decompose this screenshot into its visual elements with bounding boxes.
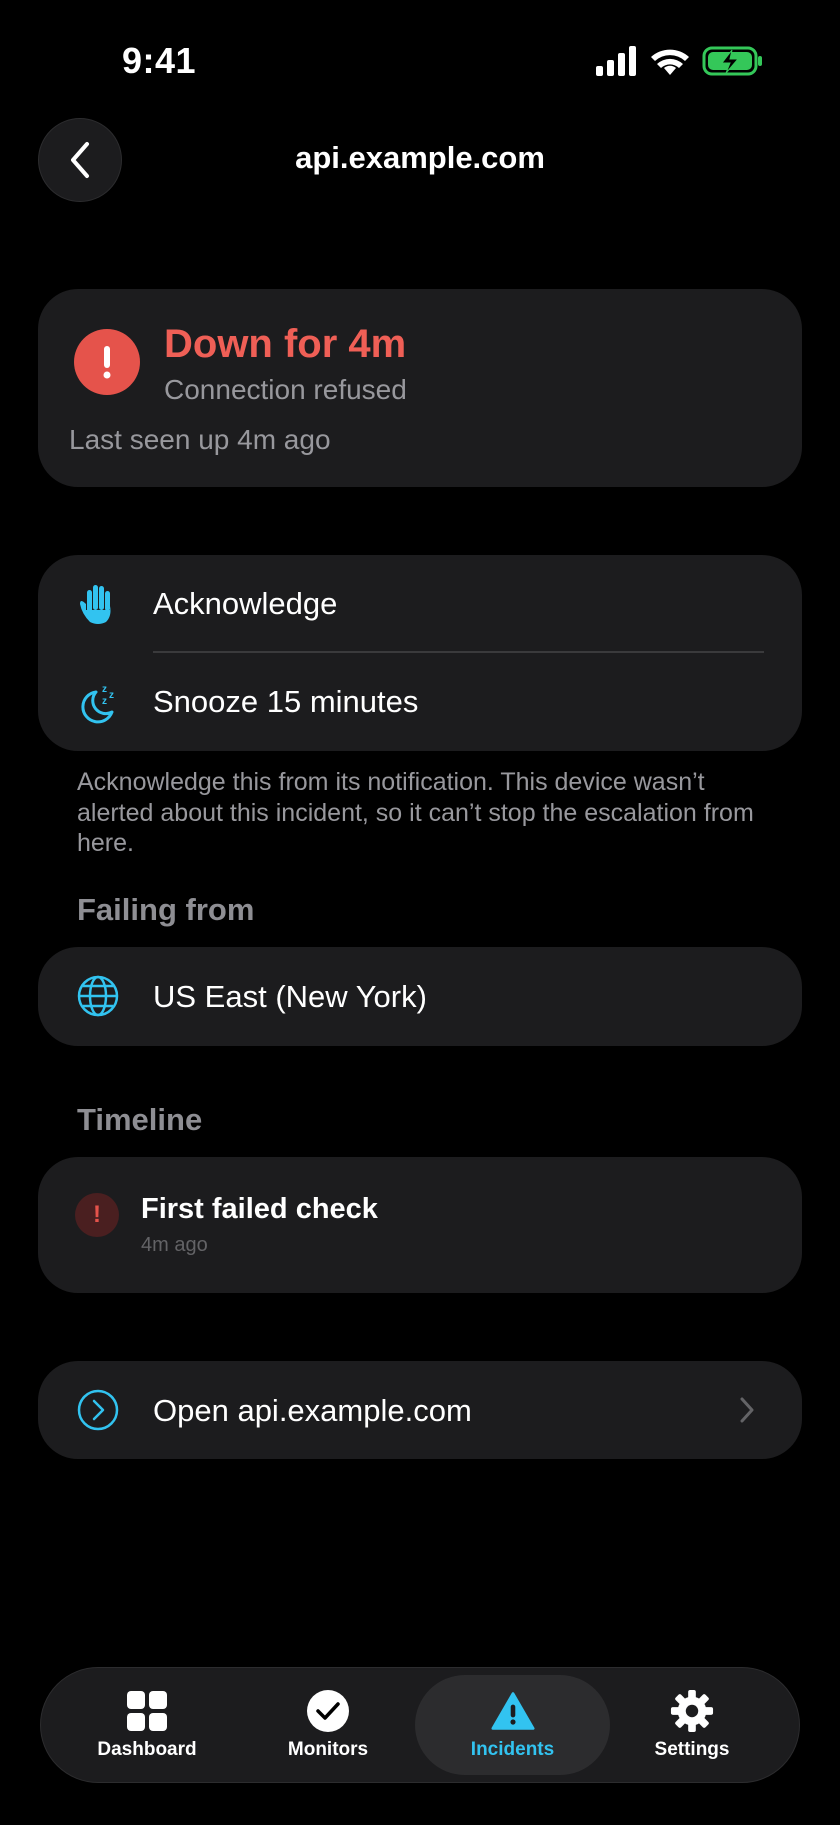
chevron-right-icon [738, 1395, 756, 1430]
page-title: api.example.com [295, 140, 545, 175]
acknowledge-button[interactable]: Acknowledge [38, 555, 802, 653]
gear-icon [670, 1689, 714, 1733]
tab-incidents[interactable]: Incidents [415, 1675, 610, 1775]
tab-label: Settings [654, 1739, 730, 1760]
open-monitor-button[interactable]: Open api.example.com [38, 1361, 802, 1459]
cellular-signal-icon [596, 46, 636, 76]
hand-raised-icon [76, 582, 120, 626]
svg-text:z: z [102, 684, 107, 695]
globe-icon [76, 974, 120, 1018]
failed-check-icon: ! [75, 1193, 119, 1237]
tab-label: Monitors [287, 1739, 369, 1760]
tab-label: Dashboard [97, 1739, 197, 1760]
moon-zzz-icon: z z z [76, 680, 120, 724]
wifi-icon [651, 49, 689, 75]
snooze-button[interactable]: z z z Snooze 15 minutes [38, 653, 802, 751]
status-time: 9:41 [122, 40, 197, 81]
failing-from-heading: Failing from [77, 892, 255, 927]
open-monitor-label: Open api.example.com [153, 1393, 472, 1428]
tab-label: Incidents [470, 1739, 555, 1760]
incident-status-card [38, 289, 802, 487]
timeline-event-time: 4m ago [141, 1234, 208, 1256]
chevron-right-circle-icon [76, 1388, 120, 1432]
acknowledge-label: Acknowledge [153, 586, 338, 621]
checkmark-circle-icon [306, 1689, 350, 1733]
svg-text:z: z [102, 696, 107, 707]
tab-dashboard[interactable]: Dashboard [52, 1675, 242, 1775]
chevron-left-icon [71, 142, 89, 178]
region-row: US East (New York) [38, 947, 802, 1046]
incident-subtitle: Connection refused [164, 374, 407, 405]
alert-icon [74, 329, 140, 395]
svg-text:z: z [109, 690, 114, 701]
incident-title: Down for 4m [164, 322, 407, 366]
battery-icon [702, 46, 762, 76]
grid-icon [125, 1689, 169, 1733]
timeline-event-title: First failed check [141, 1193, 378, 1225]
back-button[interactable] [38, 118, 122, 202]
tab-monitors[interactable]: Monitors [233, 1675, 423, 1775]
region-label: US East (New York) [153, 979, 427, 1014]
snooze-label: Snooze 15 minutes [153, 684, 419, 719]
acknowledge-note: Acknowledge this from its notification. … [77, 768, 754, 857]
warning-triangle-icon [490, 1689, 535, 1733]
tab-settings[interactable]: Settings [597, 1675, 787, 1775]
timeline-heading: Timeline [77, 1102, 203, 1137]
last-seen-text: Last seen up 4m ago [69, 424, 331, 455]
status-icons [594, 44, 764, 78]
